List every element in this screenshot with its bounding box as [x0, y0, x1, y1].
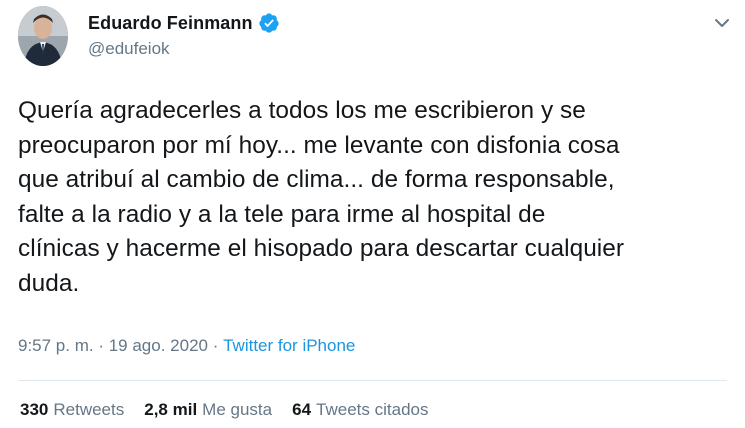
tweet-text-line: falte a la radio y a la tele para irme a…: [18, 200, 546, 228]
tweet-text-line: clínicas y hacerme el hisopado para desc…: [18, 235, 625, 263]
tweet-date[interactable]: 19 ago. 2020: [109, 336, 208, 356]
tweet-time[interactable]: 9:57 p. m.: [18, 336, 94, 356]
meta-separator: ·: [93, 336, 109, 355]
likes-stat[interactable]: 2,8 mil Me gusta: [144, 400, 272, 420]
tweet-source-link[interactable]: Twitter for iPhone: [223, 336, 355, 356]
tweet-card: Eduardo Feinmann @edufeiok Quería agrade…: [0, 0, 745, 428]
tweet-text: Quería agradecerles a todos los me escri…: [18, 94, 733, 302]
tweet-text-line: que atribuí al cambio de clima... de for…: [18, 166, 615, 194]
likes-label: Me gusta: [202, 400, 273, 419]
quotes-stat[interactable]: 64 Tweets citados: [292, 400, 428, 420]
retweets-stat[interactable]: 330 Retweets: [20, 400, 124, 420]
author-name-row: Eduardo Feinmann: [88, 12, 280, 34]
meta-separator: ·: [207, 336, 224, 355]
avatar[interactable]: [18, 6, 68, 66]
tweet-text-line: duda.: [18, 269, 80, 297]
tweet-stats: 330 Retweets 2,8 mil Me gusta 64 Tweets …: [20, 400, 428, 420]
divider: [18, 380, 727, 381]
tweet-meta: 9:57 p. m. · 19 ago. 2020 · Twitter for …: [18, 336, 355, 356]
quotes-count: 64: [292, 400, 312, 419]
likes-count: 2,8 mil: [144, 400, 198, 419]
author-handle[interactable]: @edufeiok: [88, 39, 170, 59]
retweets-count: 330: [20, 400, 49, 419]
tweet-text-line: Quería agradecerles a todos los me escri…: [18, 97, 586, 124]
quotes-label: Tweets citados: [316, 400, 429, 419]
tweet-text-line: preocuparon por mí hoy... me levante con…: [18, 131, 620, 159]
verified-badge-icon: [258, 12, 280, 34]
retweets-label: Retweets: [53, 400, 125, 419]
author-display-name[interactable]: Eduardo Feinmann: [88, 13, 253, 34]
chevron-down-icon[interactable]: [713, 14, 731, 32]
